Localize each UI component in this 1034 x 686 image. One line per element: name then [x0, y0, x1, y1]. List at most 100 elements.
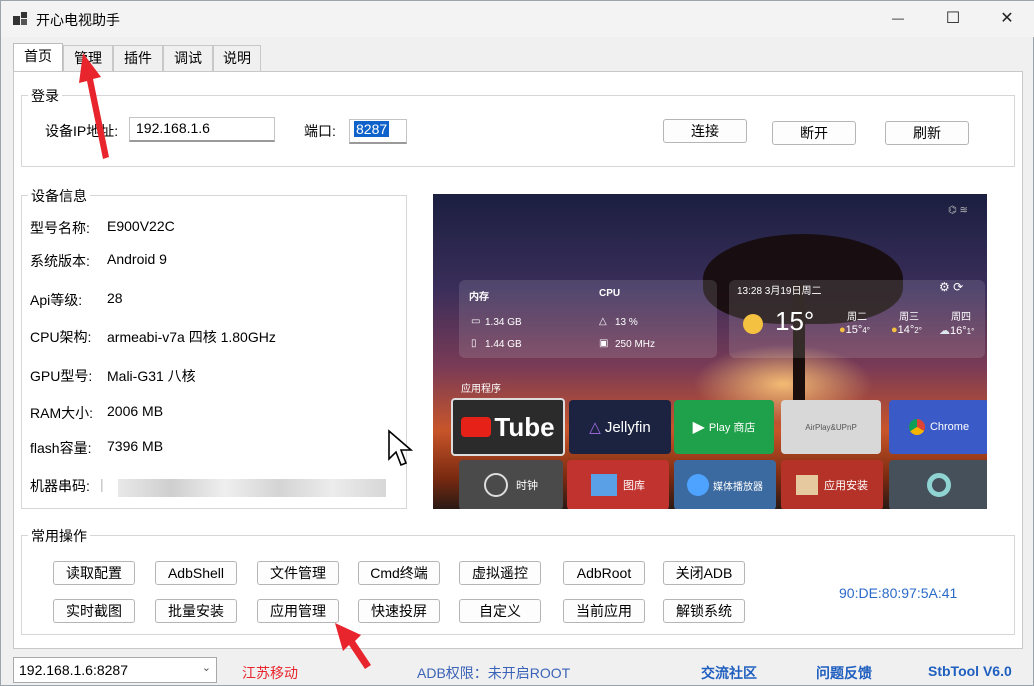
- current-app-button[interactable]: 当前应用: [563, 599, 645, 623]
- adbroot-button[interactable]: AdbRoot: [563, 561, 645, 585]
- forecast-temp1-high: 15°: [845, 324, 863, 336]
- app-label-airplay: AirPlay&UPnP: [805, 422, 857, 432]
- device-info-title: 设备信息: [28, 186, 90, 206]
- window-title: 开心电视助手: [36, 12, 120, 28]
- tab-plugins[interactable]: 插件: [113, 45, 163, 71]
- jellyfin-icon: △: [589, 419, 601, 436]
- community-link[interactable]: 交流社区: [701, 663, 757, 683]
- app-label-mediaplayer: 媒体播放器: [713, 481, 763, 493]
- storage-icon: ▯: [471, 338, 477, 349]
- connect-button[interactable]: 连接: [663, 119, 747, 143]
- read-config-button[interactable]: 读取配置: [53, 561, 135, 585]
- sun-icon: ●: [839, 324, 846, 336]
- adbshell-button[interactable]: AdbShell: [155, 561, 237, 585]
- chevron-down-icon: ⌄: [201, 662, 211, 674]
- forecast-temp2-high: 14°: [897, 324, 915, 336]
- ram-label: RAM大小:: [30, 405, 93, 421]
- app-label-youtube: Tube: [494, 411, 555, 442]
- unlock-system-button[interactable]: 解锁系统: [663, 599, 745, 623]
- quick-cast-button[interactable]: 快速投屏: [358, 599, 440, 623]
- app-label-clock: 时钟: [516, 480, 538, 492]
- port-input[interactable]: 8287: [349, 119, 407, 144]
- cpu-load-icon: △: [599, 316, 607, 327]
- app-window: 开心电视助手 — ☐ ✕ 首页 管理 插件 调试 说明 登录 设备IP地址: 1…: [0, 0, 1034, 686]
- ip-input[interactable]: 192.168.1.6: [129, 117, 275, 142]
- model-value: E900V22C: [107, 218, 175, 234]
- package-icon: [796, 475, 818, 495]
- tab-help[interactable]: 说明: [213, 45, 261, 71]
- port-label: 端口:: [304, 123, 336, 139]
- adb-permission-label: ADB权限：未开启ROOT: [417, 665, 571, 681]
- close-icon: ✕: [1000, 10, 1014, 27]
- chrome-icon: [908, 419, 925, 435]
- app-label-playstore: Play 商店: [708, 422, 756, 434]
- settings-gear-icon: [927, 473, 951, 497]
- refresh-button[interactable]: 刷新: [885, 121, 969, 145]
- custom-button[interactable]: 自定义: [459, 599, 541, 623]
- app-label-jellyfin: Jellyfin: [604, 418, 651, 436]
- forecast-temp3: ☁16°1°: [939, 324, 974, 337]
- gpu-label: GPU型号:: [30, 368, 93, 384]
- cmd-terminal-button[interactable]: Cmd终端: [358, 561, 440, 585]
- batch-install-button[interactable]: 批量安装: [155, 599, 237, 623]
- app-tile-chrome[interactable]: Chrome: [889, 400, 987, 454]
- app-tile-playstore[interactable]: ▶ Play 商店: [674, 400, 774, 454]
- common-ops-title: 常用操作: [28, 526, 90, 546]
- app-tile-settings[interactable]: [889, 460, 987, 509]
- app-logo-icon: [13, 12, 27, 25]
- memory-title: 内存: [469, 292, 489, 303]
- forecast-temp3-high: 16°: [950, 325, 967, 337]
- mem1-value: 1.34 GB: [485, 317, 522, 328]
- app-tile-mediaplayer[interactable]: 媒体播放器: [674, 460, 776, 509]
- tab-home[interactable]: 首页: [13, 43, 63, 71]
- forecast-temp2: ●14°2°: [891, 324, 922, 336]
- minimize-button[interactable]: —: [875, 1, 921, 35]
- cpu-title: CPU: [599, 288, 621, 299]
- current-temp: 15°: [775, 306, 815, 336]
- screenshot-button[interactable]: 实时截图: [53, 599, 135, 623]
- forecast-temp1-low: 4°: [862, 326, 870, 335]
- serial-redacted: [118, 479, 386, 497]
- file-manager-button[interactable]: 文件管理: [257, 561, 339, 585]
- device-select-value: 192.168.1.6:8287: [19, 662, 128, 678]
- app-tile-jellyfin[interactable]: △ Jellyfin: [569, 400, 671, 454]
- cpu-arch-value: armeabi-v7a 四核 1.80GHz: [107, 329, 276, 345]
- port-value: 8287: [354, 121, 390, 137]
- wifi-icon: ⌬ ≋: [948, 205, 968, 216]
- apps-title: 应用程序: [461, 384, 501, 395]
- title-bar[interactable]: 开心电视助手 — ☐ ✕: [1, 1, 1034, 37]
- forecast-day2: 周三: [899, 312, 919, 323]
- feedback-link[interactable]: 问题反馈: [816, 663, 872, 683]
- app-label-chrome: Chrome: [929, 421, 970, 433]
- ram-value: 2006 MB: [107, 403, 164, 419]
- app-tile-youtube[interactable]: Tube: [451, 398, 565, 456]
- serial-separator: |: [100, 476, 104, 492]
- forecast-temp2-low: 2°: [914, 326, 922, 335]
- virtual-remote-button[interactable]: 虚拟遥控: [459, 561, 541, 585]
- cloud-icon: ☁: [939, 325, 950, 337]
- disconnect-button[interactable]: 断开: [772, 121, 856, 145]
- forecast-day3: 周四: [951, 312, 971, 323]
- youtube-play-icon: [461, 417, 492, 437]
- app-tile-airplay[interactable]: AirPlay&UPnP: [781, 400, 881, 454]
- memory-icon: ▭: [471, 316, 481, 327]
- annotation-arrow-icon: [79, 53, 109, 159]
- close-button[interactable]: ✕: [984, 1, 1030, 35]
- play-store-icon: ▶: [692, 419, 705, 436]
- tab-debug[interactable]: 调试: [163, 45, 213, 71]
- device-select[interactable]: 192.168.1.6:8287 ⌄: [13, 657, 217, 683]
- device-info-group: 设备信息 型号名称: E900V22C 系统版本: Android 9 Api等…: [21, 186, 407, 509]
- close-adb-button[interactable]: 关闭ADB: [663, 561, 745, 585]
- app-tile-gallery[interactable]: 图库: [567, 460, 669, 509]
- maximize-button[interactable]: ☐: [930, 1, 976, 35]
- app-tile-installer[interactable]: 应用安装: [781, 460, 883, 509]
- media-player-icon: [687, 474, 709, 496]
- app-tile-clock[interactable]: 时钟: [459, 460, 563, 509]
- mem2-value: 1.44 GB: [485, 339, 522, 350]
- app-manager-button[interactable]: 应用管理: [257, 599, 339, 623]
- forecast-temp3-low: 1°: [966, 327, 975, 336]
- annotation-arrow-icon: [335, 623, 371, 669]
- serial-label: 机器串码:: [30, 478, 90, 494]
- sun-icon: [743, 314, 763, 334]
- api-level-value: 28: [107, 290, 123, 306]
